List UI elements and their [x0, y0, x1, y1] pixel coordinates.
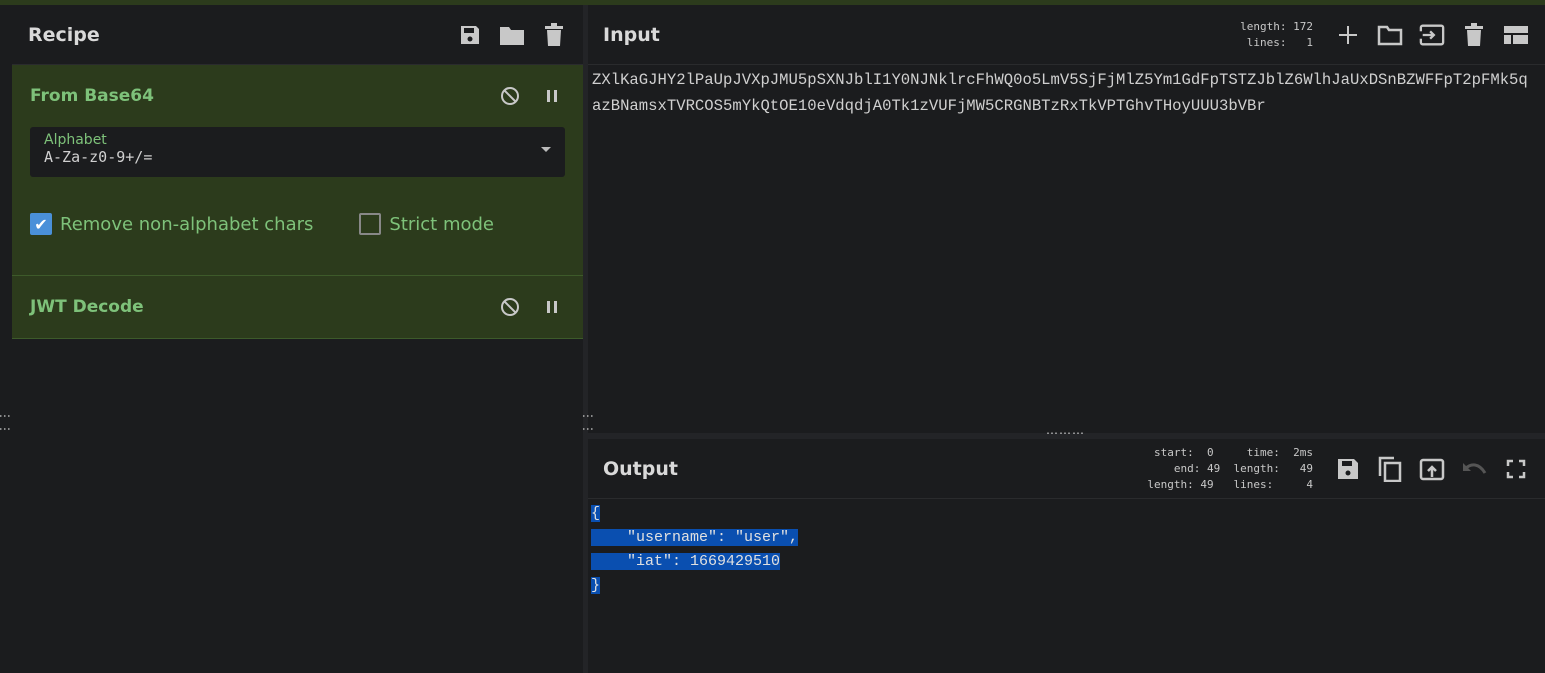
- alphabet-value: A-Za-z0-9+/=: [44, 148, 153, 166]
- operation-name: JWT Decode: [30, 297, 144, 317]
- breakpoint-button[interactable]: [539, 83, 565, 109]
- layout-icon: [1504, 25, 1528, 44]
- operation-from-base64[interactable]: From Base64 Alphabet A-Za-z0-9+/= ✔ Remov…: [12, 65, 583, 276]
- recipe-panel: Recipe From Base64 Alphabet A-Za-z0-9+/=…: [12, 5, 583, 673]
- disable-operation-button[interactable]: [497, 83, 523, 109]
- plus-icon: [1339, 25, 1357, 44]
- copy-output-button[interactable]: [1377, 456, 1403, 482]
- upload-icon: [1419, 458, 1445, 480]
- checkbox-label: Strict mode: [389, 213, 494, 235]
- reset-layout-button[interactable]: [1503, 22, 1529, 48]
- resize-handle-icon[interactable]: ⋮⋮: [0, 410, 12, 436]
- trash-icon: [545, 22, 563, 46]
- input-title: Input: [603, 23, 660, 46]
- strict-mode-checkbox[interactable]: Strict mode: [359, 213, 494, 235]
- resize-handle-icon[interactable]: ⋯⋯⋯: [1046, 426, 1085, 440]
- disable-icon: [501, 87, 519, 105]
- save-icon: [461, 25, 479, 44]
- save-output-button[interactable]: [1335, 456, 1361, 482]
- input-stats: length: 172 lines: 1: [1240, 19, 1313, 49]
- maximize-output-button[interactable]: [1503, 456, 1529, 482]
- recipe-title: Recipe: [28, 23, 100, 46]
- copy-icon: [1378, 456, 1402, 482]
- output-panel: Output start: 0 time: 2ms end: 49 length…: [588, 439, 1545, 673]
- breakpoint-button[interactable]: [539, 294, 565, 320]
- save-recipe-button[interactable]: [457, 22, 483, 48]
- operation-name: From Base64: [30, 86, 154, 106]
- save-icon: [1338, 458, 1358, 479]
- folder-icon: [1377, 25, 1403, 45]
- load-recipe-button[interactable]: [499, 22, 525, 48]
- output-stats: start: 0 time: 2ms end: 49 length: 49 le…: [1147, 445, 1313, 491]
- disable-operation-button[interactable]: [497, 294, 523, 320]
- operation-jwt-decode[interactable]: JWT Decode: [12, 276, 583, 339]
- output-title: Output: [603, 457, 678, 480]
- fullscreen-icon: [1506, 459, 1526, 478]
- checkbox-label: Remove non-alphabet chars: [60, 213, 314, 235]
- alphabet-select[interactable]: Alphabet A-Za-z0-9+/=: [30, 127, 565, 177]
- checkbox-box: [359, 213, 382, 235]
- undo-icon: [1463, 462, 1487, 474]
- open-file-button[interactable]: [1377, 22, 1403, 48]
- pause-icon: [547, 90, 557, 102]
- add-input-tab-button[interactable]: [1335, 22, 1361, 48]
- remove-non-alphabet-checkbox[interactable]: ✔ Remove non-alphabet chars: [30, 213, 313, 235]
- chevron-down-icon: [541, 147, 551, 152]
- input-textarea[interactable]: ZXlKaGJHY2lPaUpJVXpJMU5pSXNJblI1Y0NJNklr…: [588, 65, 1532, 121]
- clear-input-button[interactable]: [1461, 22, 1487, 48]
- open-folder-button[interactable]: [1419, 22, 1445, 48]
- trash-icon: [1465, 22, 1483, 46]
- undo-button[interactable]: [1461, 456, 1487, 482]
- input-arrow-icon: [1419, 24, 1445, 45]
- disable-icon: [501, 298, 519, 316]
- pause-icon: [547, 301, 557, 313]
- output-text[interactable]: { "username": "user", "iat": 1669429510 …: [588, 499, 1545, 601]
- alphabet-label: Alphabet: [44, 132, 107, 148]
- folder-icon: [500, 26, 524, 45]
- replace-input-button[interactable]: [1419, 456, 1445, 482]
- input-panel: Input length: 172 lines: 1 ZXlKaGJHY2lPa…: [588, 5, 1545, 433]
- checkmark-icon: ✔: [30, 213, 52, 235]
- clear-recipe-button[interactable]: [541, 22, 567, 48]
